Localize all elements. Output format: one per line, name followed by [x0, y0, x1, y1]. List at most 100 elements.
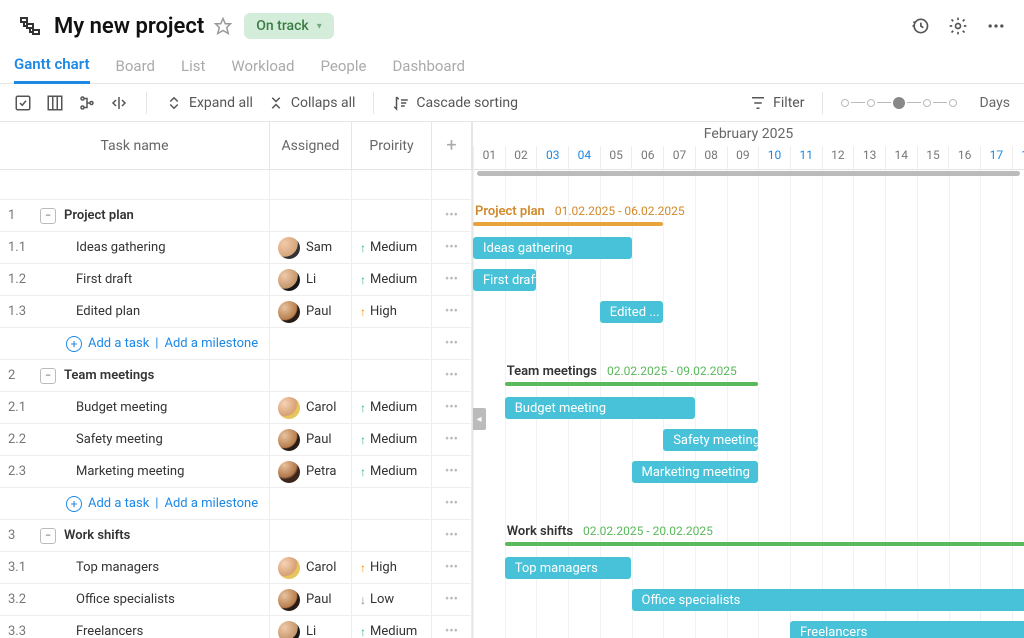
task-name: Office specialists [46, 592, 175, 607]
task-bar[interactable]: First draft [473, 269, 536, 291]
gear-icon[interactable] [948, 16, 968, 36]
checklist-icon[interactable] [14, 94, 32, 112]
summary-bar[interactable] [505, 542, 1024, 546]
tab-dashboard[interactable]: Dashboard [392, 57, 465, 83]
star-icon[interactable] [214, 17, 232, 35]
row-menu-button[interactable]: ••• [432, 296, 472, 327]
task-bar[interactable]: Edited ... [600, 301, 663, 323]
task-bar[interactable]: Top managers [505, 557, 632, 579]
priority-cell[interactable]: ↑ High [352, 552, 432, 583]
row-number: 1 [8, 208, 32, 223]
row-menu-button[interactable]: ••• [432, 200, 472, 231]
add-task-link[interactable]: Add a task [88, 336, 149, 351]
month-label: February 2025 [473, 122, 1024, 146]
tab-people[interactable]: People [321, 57, 367, 83]
task-row[interactable]: 1.2 First draft [0, 264, 270, 295]
row-menu-button[interactable]: ••• [432, 488, 472, 519]
collapse-all-button[interactable]: Collaps all [267, 94, 356, 112]
row-menu-button[interactable]: ••• [432, 360, 472, 391]
add-milestone-link[interactable]: Add a milestone [164, 496, 258, 511]
cascade-sort-button[interactable]: Cascade sorting [392, 94, 518, 112]
collapse-toggle[interactable]: − [40, 368, 56, 384]
row-menu-button[interactable]: ••• [432, 520, 472, 551]
assignee-cell[interactable]: Li [270, 264, 352, 295]
tab-list[interactable]: List [181, 57, 205, 83]
history-icon[interactable] [910, 16, 930, 36]
assignee-cell[interactable]: Carol [270, 552, 352, 583]
row-menu-button[interactable]: ••• [432, 616, 472, 638]
task-row[interactable]: 2.2 Safety meeting [0, 424, 270, 455]
task-bar[interactable]: Ideas gathering [473, 237, 632, 259]
priority-cell[interactable]: ↑ Medium [352, 232, 432, 263]
priority-cell[interactable]: ↑ Medium [352, 456, 432, 487]
assignee-cell[interactable]: Paul [270, 296, 352, 327]
gantt-row: Safety meeting [473, 424, 1024, 456]
project-icon [18, 14, 42, 38]
summary-name: Project plan [475, 204, 545, 219]
task-row[interactable]: 3.3 Freelancers [0, 616, 270, 638]
add-task-row[interactable]: + Add a task | Add a milestone [0, 488, 270, 519]
assignee-cell[interactable]: Petra [270, 456, 352, 487]
avatar [278, 397, 300, 419]
task-table: Task name Assigned Proirity + 1 − Projec… [0, 122, 473, 638]
add-milestone-link[interactable]: Add a milestone [164, 336, 258, 351]
task-row[interactable]: 2.3 Marketing meeting [0, 456, 270, 487]
more-icon[interactable] [986, 16, 1006, 36]
priority-cell[interactable]: ↑ Medium [352, 616, 432, 638]
task-bar[interactable]: Safety meeting [663, 429, 758, 451]
group-row[interactable]: 1 − Project plan [0, 200, 270, 231]
assignee-cell[interactable]: Paul [270, 424, 352, 455]
indent-icon[interactable] [110, 94, 128, 112]
task-bar[interactable]: Budget meeting [505, 397, 695, 419]
task-bar[interactable]: Freelancers [790, 621, 1024, 638]
expand-all-button[interactable]: Expand all [165, 94, 253, 112]
assignee-name: Li [306, 272, 316, 287]
collapse-toggle[interactable]: − [40, 528, 56, 544]
row-menu-button[interactable]: ••• [432, 232, 472, 263]
tab-workload[interactable]: Workload [231, 57, 294, 83]
tab-gantt-chart[interactable]: Gantt chart [14, 55, 90, 84]
collapse-toggle[interactable]: − [40, 208, 56, 224]
horizontal-scrollbar[interactable] [473, 170, 1024, 176]
summary-bar[interactable] [505, 382, 759, 386]
add-task-link[interactable]: Add a task [88, 496, 149, 511]
tab-board[interactable]: Board [116, 57, 155, 83]
summary-name: Team meetings [507, 364, 597, 379]
row-menu-button[interactable]: ••• [432, 424, 472, 455]
assignee-name: Carol [306, 400, 336, 415]
summary-bar[interactable] [473, 222, 663, 226]
filter-button[interactable]: Filter [749, 94, 804, 112]
group-row[interactable]: 3 − Work shifts [0, 520, 270, 551]
row-menu-button[interactable]: ••• [432, 584, 472, 615]
task-bar[interactable]: Office specialists [632, 589, 1024, 611]
hierarchy-icon[interactable] [78, 94, 96, 112]
row-menu-button[interactable]: ••• [432, 328, 472, 359]
assignee-cell[interactable]: Paul [270, 584, 352, 615]
row-menu-button[interactable]: ••• [432, 392, 472, 423]
zoom-slider[interactable] [841, 97, 957, 109]
priority-cell[interactable]: ↑ Medium [352, 264, 432, 295]
assignee-cell[interactable]: Carol [270, 392, 352, 423]
task-row[interactable]: 2.1 Budget meeting [0, 392, 270, 423]
task-bar[interactable]: Marketing meeting [632, 461, 759, 483]
task-row[interactable]: 3.2 Office specialists [0, 584, 270, 615]
task-row[interactable]: 1.1 Ideas gathering [0, 232, 270, 263]
columns-icon[interactable] [46, 94, 64, 112]
assignee-cell[interactable]: Li [270, 616, 352, 638]
priority-cell[interactable]: ↑ High [352, 296, 432, 327]
task-row[interactable]: 1.3 Edited plan [0, 296, 270, 327]
row-menu-button[interactable]: ••• [432, 264, 472, 295]
priority-cell[interactable]: ↑ Medium [352, 392, 432, 423]
panel-collapse-handle[interactable]: ◂ [473, 408, 486, 430]
status-dropdown[interactable]: On track ▾ [244, 13, 333, 39]
priority-cell[interactable]: ↑ Medium [352, 424, 432, 455]
row-menu-button[interactable]: ••• [432, 456, 472, 487]
arrow-up-icon: ↑ [360, 465, 366, 479]
add-column-button[interactable]: + [432, 122, 472, 169]
assignee-cell[interactable]: Sam [270, 232, 352, 263]
task-row[interactable]: 3.1 Top managers [0, 552, 270, 583]
priority-cell[interactable]: ↓ Low [352, 584, 432, 615]
add-task-row[interactable]: + Add a task | Add a milestone [0, 328, 270, 359]
row-menu-button[interactable]: ••• [432, 552, 472, 583]
group-row[interactable]: 2 − Team meetings [0, 360, 270, 391]
